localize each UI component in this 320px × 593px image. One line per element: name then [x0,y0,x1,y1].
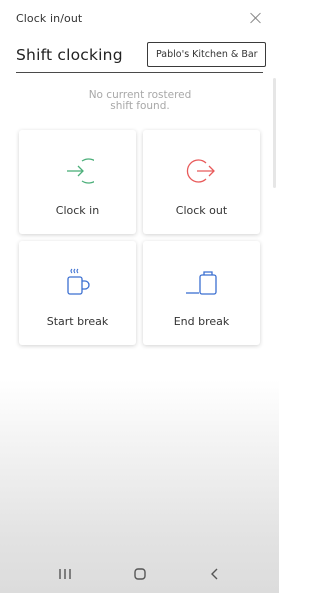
clock-in-button[interactable]: Clock in [19,130,136,234]
system-nav-bar [0,556,279,593]
start-break-label: Start break [46,315,109,328]
end-break-button[interactable]: End break [143,241,260,345]
start-break-button[interactable]: Start break [19,241,136,345]
arrow-out-circle-icon [186,159,215,183]
clock-out-button[interactable]: Clock out [143,130,260,234]
page-title: Shift clocking [16,46,123,64]
clock-in-label: Clock in [55,204,100,217]
notice-line-2: shift found. [110,100,170,112]
top-bar: Clock in/out [0,0,279,38]
coffee-mug-icon [67,268,90,295]
venue-selector[interactable]: Pablo's Kitchen & Bar [147,42,266,67]
scrollbar[interactable] [273,78,276,188]
flask-icon [186,271,217,295]
header-divider [16,72,263,73]
clock-screen: Clock in/out Shift clocking Pablo's Kitc… [0,0,279,593]
page-header: Shift clocking Pablo's Kitchen & Bar [0,40,279,74]
back-icon[interactable] [205,566,225,582]
arrow-in-circle-icon [67,158,94,184]
home-icon[interactable] [130,566,150,582]
no-shift-notice: No current rostered shift found. [60,90,220,112]
close-icon[interactable] [248,10,264,26]
clock-out-label: Clock out [175,204,228,217]
end-break-label: End break [173,315,230,328]
recents-icon[interactable] [55,566,75,582]
window-title: Clock in/out [16,12,83,25]
